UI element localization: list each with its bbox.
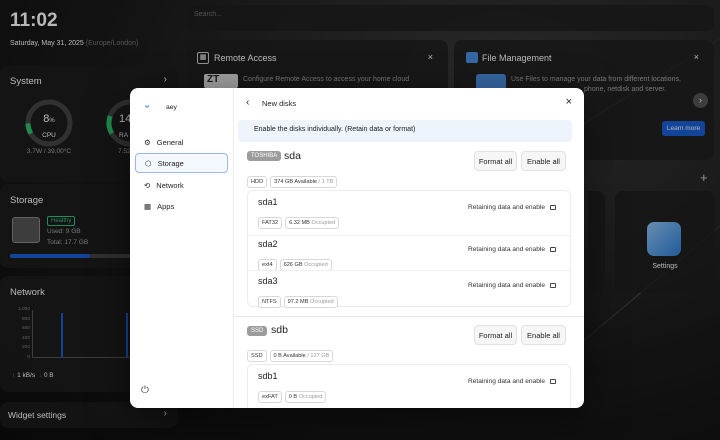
info-banner: Enable the disks individually. (Retain d… [238, 120, 572, 142]
partition-name: sda2 [258, 239, 278, 249]
partition-row: sda1 FAT32 6.32 MB Occupied Retaining dat… [248, 197, 570, 230]
disk-small-icon [550, 247, 556, 252]
partition-list: sdb1 exFAT 0 B Occupied Retaining data an… [247, 364, 571, 408]
partition-row: sda3 NTFS 97.2 MB Occupied Retaining data… [248, 270, 570, 308]
gear-icon: ⚙ [144, 137, 151, 147]
disk-small-icon [550, 283, 556, 288]
disk-type-tag: HDD [247, 176, 268, 188]
sidebar-item-storage[interactable]: ⬡ Storage [135, 153, 228, 173]
user-name: aey [166, 104, 177, 111]
partition-name: sdb1 [258, 371, 278, 381]
disk-name: sda [284, 150, 301, 162]
user-avatar-icon: ᵕ [145, 102, 150, 113]
partition-name: sda3 [258, 276, 278, 286]
back-icon[interactable]: ‹ [246, 97, 249, 108]
partition-list: sda1 FAT32 6.32 MB Occupied Retaining dat… [247, 190, 571, 308]
network-icon: ⟲ [144, 180, 151, 190]
disk-small-icon [550, 379, 556, 384]
fs-tag: exFAT [258, 391, 282, 403]
disk-type-tag: SSD [247, 350, 267, 362]
fs-tag: NTFS [258, 296, 281, 308]
new-disks-panel: ‹ New disks × Enable the disks individua… [234, 88, 584, 408]
sidebar-item-general[interactable]: ⚙ General [135, 132, 228, 152]
close-icon[interactable]: × [566, 96, 572, 108]
partition-action-select[interactable]: Retaining data and enable [468, 246, 556, 253]
occupied-size: 97.2 MB [287, 299, 309, 305]
partition-row: sdb1 exFAT 0 B Occupied Retaining data an… [248, 371, 570, 404]
partition-action-select[interactable]: Retaining data and enable [468, 378, 556, 385]
apps-grid-icon: ▦ [144, 201, 152, 211]
disk-brand-badge: SSD [247, 326, 268, 336]
disk-name: sdb [271, 324, 288, 336]
occupied-size: 626 GB [283, 262, 303, 268]
partition-action-select[interactable]: Retaining data and enable [468, 282, 556, 289]
disk-tags: HDD 374 GB Available / 1 TB [247, 170, 340, 188]
divider [234, 316, 584, 317]
partition-name: sda1 [258, 197, 278, 207]
sidebar-item-apps[interactable]: ▦ Apps [135, 196, 228, 216]
disk-tags: SSD 0 B Available / 127 GB [247, 344, 336, 362]
dialog-title: New disks [262, 99, 297, 108]
new-disks-dialog: ᵕ aey ⚙ General ⬡ Storage ⟲ Network ▦ Apps ⏻… [130, 88, 584, 408]
disk-brand-badge: TOSHIBA [247, 151, 282, 161]
settings-sidebar: ᵕ aey ⚙ General ⬡ Storage ⟲ Network ▦ Apps ⏻ [130, 88, 234, 408]
enable-all-button[interactable]: Enable all [521, 151, 566, 171]
format-all-button[interactable]: Format all [474, 325, 517, 345]
occupied-size: 0 B [288, 394, 298, 400]
disk-available-tag: 0 B Available / 127 GB [269, 350, 334, 362]
enable-all-button[interactable]: Enable all [521, 325, 566, 345]
fs-tag: FAT32 [258, 217, 283, 229]
sidebar-item-network[interactable]: ⟲ Network [135, 175, 228, 195]
partition-row: sda2 ext4 626 GB Occupied Retaining data … [248, 235, 570, 271]
disk-available-tag: 374 GB Available / 1 TB [270, 176, 338, 188]
occupied-size: 6.32 MB [289, 220, 310, 226]
format-all-button[interactable]: Format all [474, 151, 517, 171]
cube-icon: ⬡ [145, 158, 152, 168]
disk-small-icon [550, 205, 556, 210]
partition-action-select[interactable]: Retaining data and enable [468, 204, 556, 211]
power-icon[interactable]: ⏻ [141, 385, 149, 396]
